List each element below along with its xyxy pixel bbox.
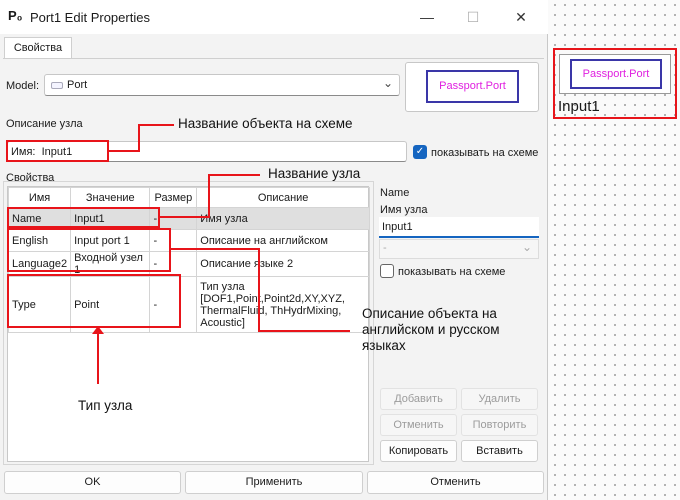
undo-button[interactable]: Отменить bbox=[380, 414, 457, 436]
show-on-diagram-label: показывать на схеме bbox=[431, 147, 539, 159]
side-title: Name bbox=[380, 187, 410, 199]
side-value-input[interactable]: Input1 bbox=[379, 217, 539, 238]
preview-port-box: Passport.Port bbox=[426, 70, 519, 103]
desc-line: [DOF1,Point,Point2d,XY,XYZ, bbox=[200, 292, 345, 305]
node-description-label: Описание узла bbox=[6, 118, 83, 130]
annotation-line bbox=[138, 124, 140, 152]
side-value: Input1 bbox=[382, 221, 413, 233]
close-icon[interactable]: ✕ bbox=[506, 6, 536, 28]
symbol-preview: Passport.Port bbox=[405, 62, 539, 112]
model-value: Port bbox=[67, 79, 88, 91]
canvas-port-box: Passport.Port bbox=[570, 59, 662, 89]
annotation-line bbox=[208, 174, 260, 176]
title-bar: P₀ Port1 Edit Properties — ☐ ✕ bbox=[0, 0, 548, 34]
add-button[interactable]: Добавить bbox=[380, 388, 457, 410]
chevron-down-icon: ⌄ bbox=[382, 76, 393, 90]
desc-line: ThermalFluid, ThHydrMixing, bbox=[200, 304, 342, 317]
show-on-diagram-checkbox[interactable]: ✓ bbox=[413, 145, 427, 159]
highlight-type-row bbox=[7, 274, 181, 328]
port-model-icon bbox=[51, 82, 63, 89]
annotation-line bbox=[208, 174, 210, 218]
minimize-icon[interactable]: — bbox=[412, 6, 442, 28]
desc-line: Тип узла bbox=[200, 280, 245, 293]
col-header-description[interactable]: Описание bbox=[196, 187, 370, 208]
annotation-line bbox=[258, 330, 350, 332]
annotation-node-name: Название узла bbox=[268, 166, 361, 181]
annotation-line bbox=[138, 124, 174, 126]
chevron-down-icon: ⌄ bbox=[521, 240, 532, 254]
highlight-description-rows bbox=[7, 228, 171, 272]
annotation-line bbox=[171, 248, 260, 250]
col-header-size[interactable]: Размер bbox=[149, 187, 198, 208]
tab-properties[interactable]: Свойства bbox=[4, 37, 72, 59]
model-label: Model: bbox=[6, 80, 40, 92]
side-show-label: показывать на схеме bbox=[398, 266, 506, 278]
apply-button[interactable]: Применить bbox=[185, 471, 363, 494]
annotation-line bbox=[97, 328, 99, 384]
redo-button[interactable]: Повторить bbox=[461, 414, 538, 436]
app-icon: P₀ bbox=[8, 8, 23, 23]
annotation-line bbox=[160, 216, 210, 218]
side-select: - ⌄ bbox=[379, 239, 539, 259]
side-subtitle: Имя узла bbox=[380, 204, 428, 216]
col-header-name[interactable]: Имя bbox=[7, 187, 72, 208]
cell-description: Имя узла bbox=[196, 207, 370, 230]
side-show-checkbox[interactable] bbox=[380, 264, 394, 278]
cancel-button[interactable]: Отменить bbox=[367, 471, 544, 494]
ok-button[interactable]: OK bbox=[4, 471, 181, 494]
desc-line: Acoustic] bbox=[200, 316, 245, 329]
arrow-up-icon bbox=[92, 326, 104, 334]
annotation-description: Описание объекта на английском и русском… bbox=[362, 306, 500, 353]
canvas-port-frame: Passport.Port bbox=[559, 54, 671, 94]
side-select-value: - bbox=[383, 242, 387, 254]
annotation-line bbox=[258, 248, 260, 332]
cell-description: Тип узла [DOF1,Point,Point2d,XY,XYZ, The… bbox=[196, 276, 370, 333]
copy-button[interactable]: Копировать bbox=[380, 440, 457, 462]
canvas-port-node[interactable]: Passport.Port Input1 bbox=[553, 48, 677, 119]
canvas-port-label: Input1 bbox=[558, 98, 600, 115]
annotation-object-name: Название объекта на схеме bbox=[178, 116, 353, 131]
annotation-node-type: Тип узла bbox=[78, 398, 133, 413]
paste-button[interactable]: Вставить bbox=[461, 440, 538, 462]
cell-description: Описание языке 2 bbox=[196, 251, 370, 277]
maximize-icon[interactable]: ☐ bbox=[458, 6, 488, 28]
highlight-name-field bbox=[6, 140, 109, 162]
window-title: Port1 Edit Properties bbox=[30, 10, 150, 25]
col-header-value[interactable]: Значение bbox=[70, 187, 151, 208]
annotation-line bbox=[109, 150, 140, 152]
delete-button[interactable]: Удалить bbox=[461, 388, 538, 410]
model-select[interactable]: Port ⌄ bbox=[44, 74, 400, 96]
highlight-name-row bbox=[7, 207, 160, 228]
